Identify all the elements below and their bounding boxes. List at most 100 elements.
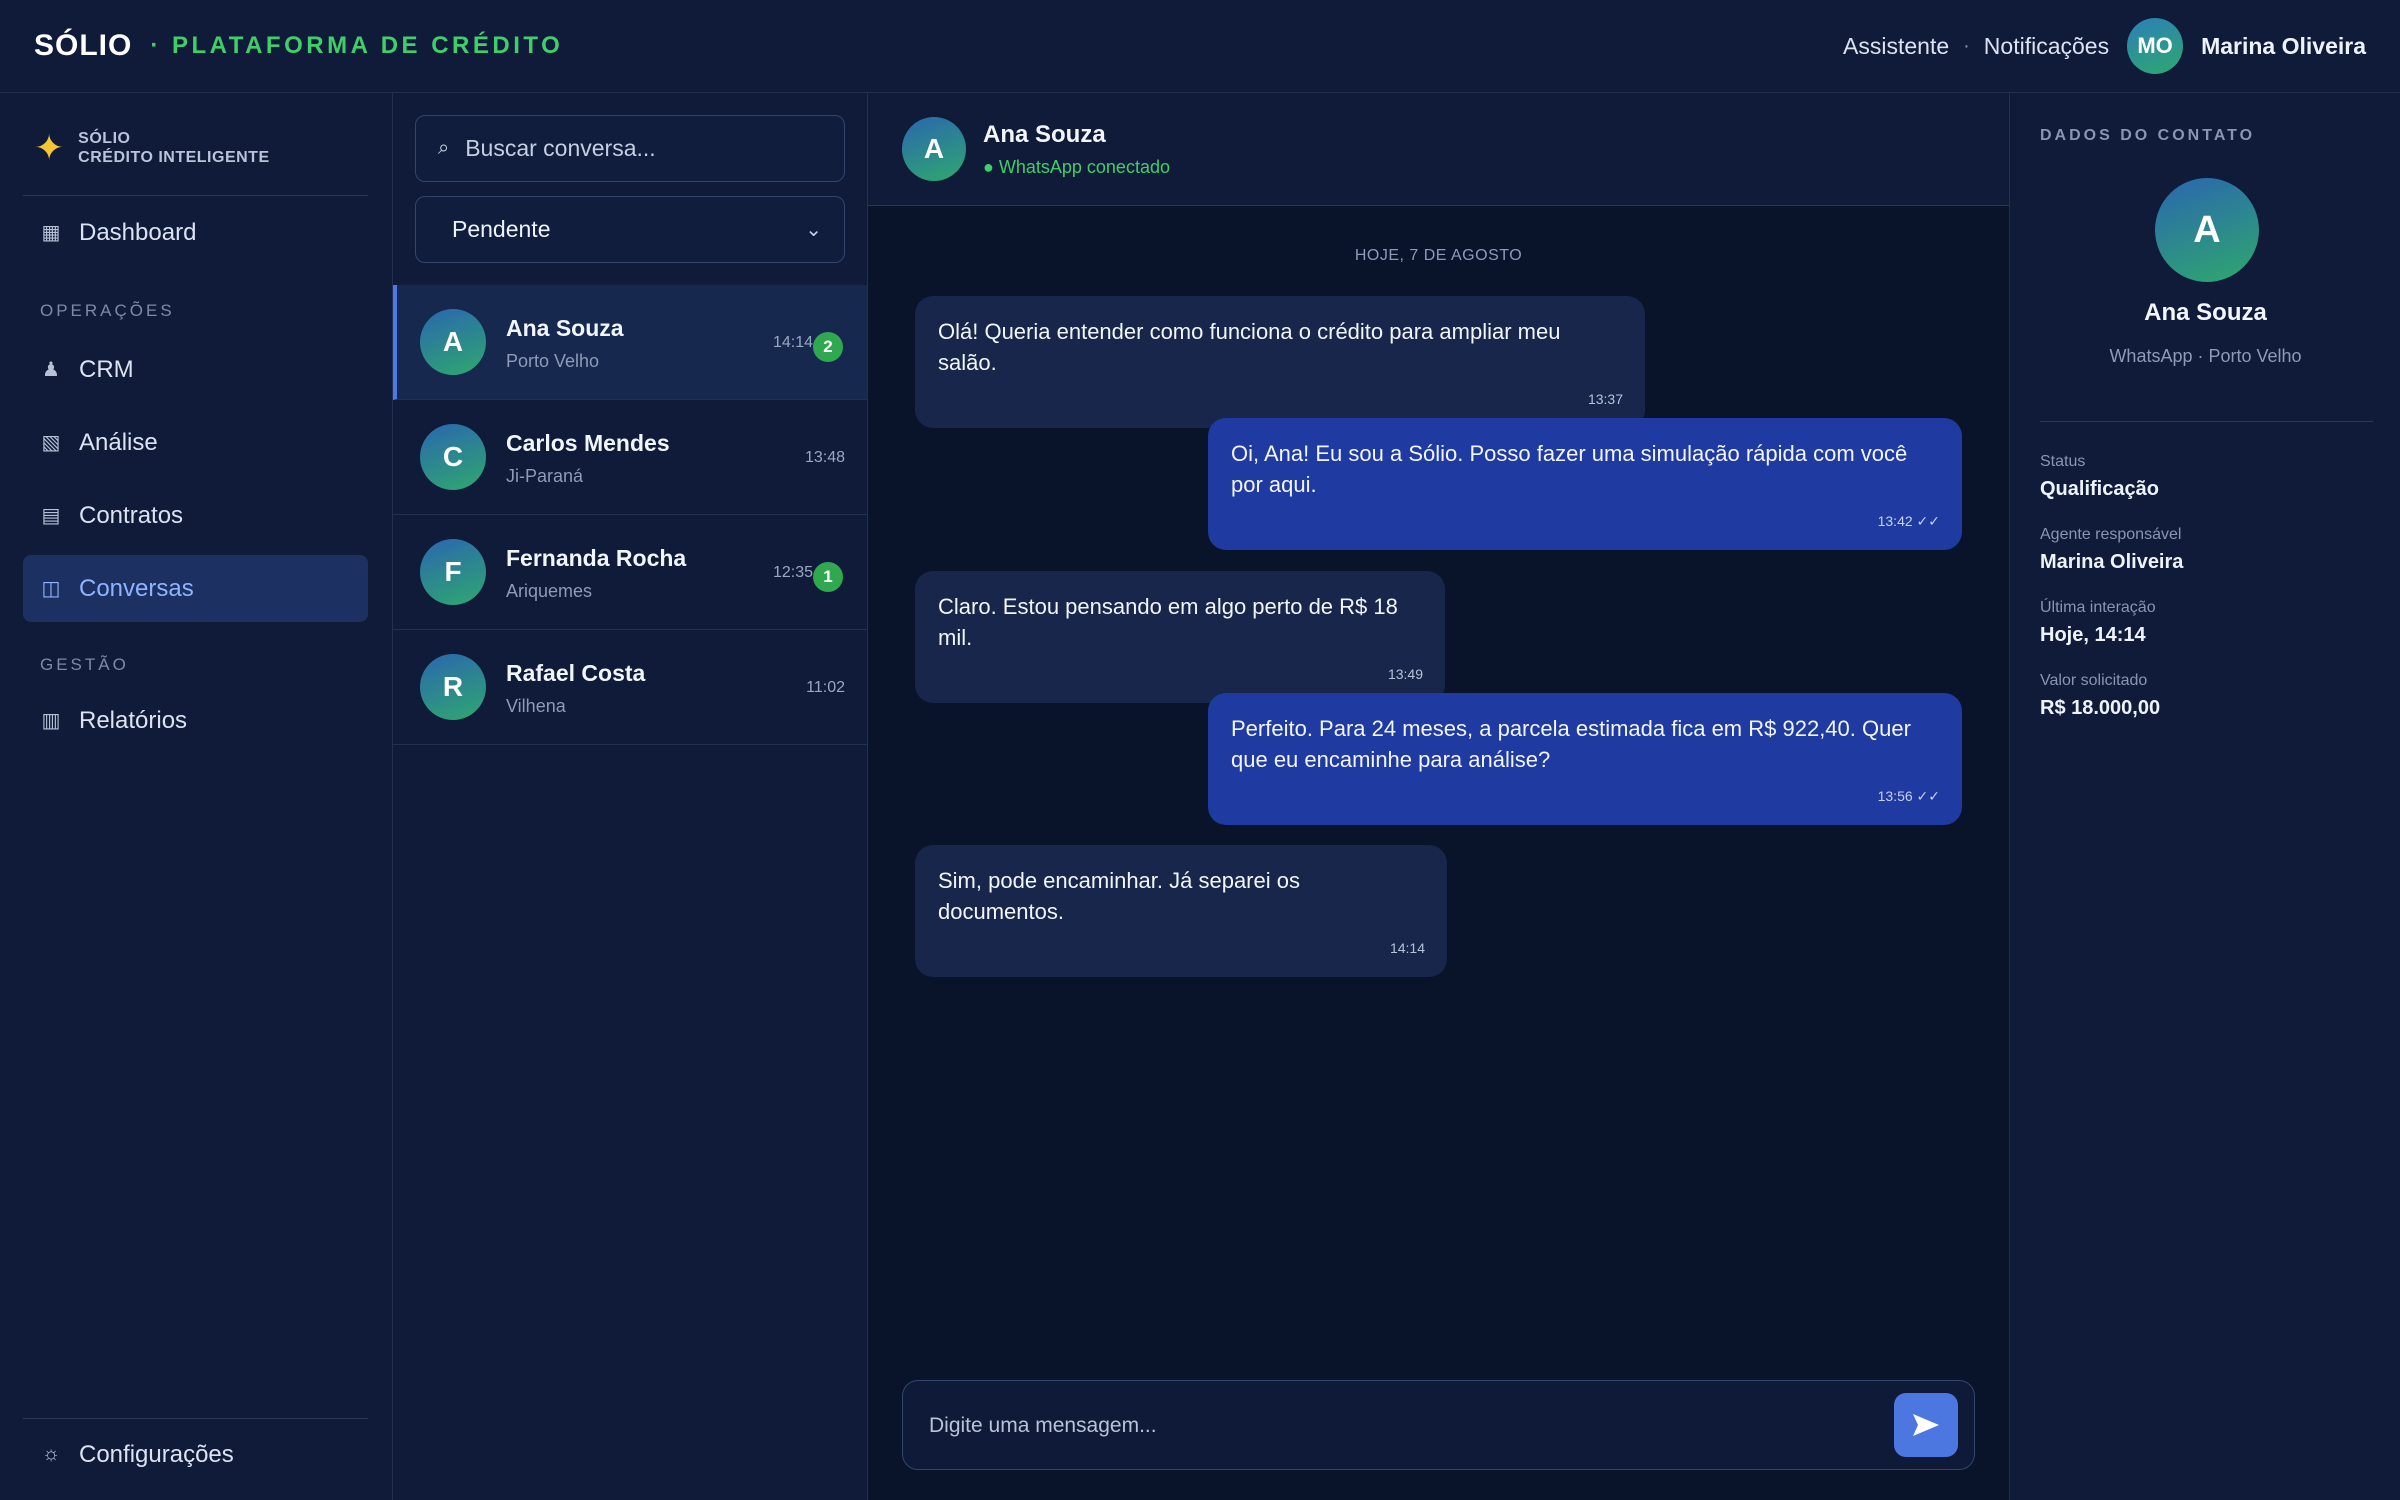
- sidebar-item-label: Configurações: [79, 1440, 234, 1468]
- sidebar-item-analise[interactable]: ▧ Análise: [23, 409, 368, 476]
- message-time: 13:42 ✓✓: [1877, 513, 1940, 529]
- search-box[interactable]: ⌕: [415, 115, 845, 182]
- field-value-agent: Marina Oliveira: [2040, 551, 2184, 573]
- conversation-name: Rafael Costa: [506, 660, 646, 686]
- message-outgoing: Oi, Ana! Eu sou a Sólio. Posso fazer uma…: [1208, 418, 1962, 550]
- message-time: 13:37: [1587, 391, 1623, 407]
- conversation-city: Vilhena: [506, 696, 566, 716]
- search-input[interactable]: [465, 135, 826, 162]
- topbar-actions: Assistente · Notificações MO Marina Oliv…: [1843, 18, 2366, 74]
- sidebar-item-contratos[interactable]: ▤ Contratos: [23, 482, 368, 549]
- brand-logo[interactable]: SÓLIO: [34, 29, 132, 63]
- unread-badge: 2: [813, 332, 843, 362]
- message-time: 13:49: [1387, 666, 1423, 682]
- avatar: F: [420, 539, 486, 605]
- message-incoming: Sim, pode encaminhar. Já separei os docu…: [915, 845, 1447, 977]
- conversation-time: 13:48: [804, 449, 845, 466]
- unread-badge: 1: [813, 562, 843, 592]
- sidebar-divider: [23, 1418, 368, 1419]
- message-text: Oi, Ana! Eu sou a Sólio. Posso fazer uma…: [1231, 441, 1908, 497]
- chat-contact-name: Ana Souza: [983, 121, 1106, 148]
- contact-avatar: A: [2155, 178, 2259, 282]
- section-operations: OPERAÇÕES: [40, 301, 175, 320]
- sidebar-item-label: Conversas: [79, 574, 194, 602]
- contact-divider: [2040, 421, 2373, 422]
- contact-panel-title: DADOS DO CONTATO: [2040, 127, 2256, 144]
- user-name[interactable]: Marina Oliveira: [2201, 33, 2366, 60]
- conversation-item[interactable]: R Rafael Costa Vilhena 11:02: [393, 630, 867, 745]
- message-time: 13:56 ✓✓: [1877, 788, 1940, 804]
- message-time: 14:14: [1389, 940, 1425, 956]
- sidebar-item-label: Relatórios: [79, 706, 188, 734]
- message-input[interactable]: [929, 1409, 1849, 1443]
- topbar-separator: ·: [1963, 34, 1970, 57]
- date-separator: HOJE, 7 DE AGOSTO: [1354, 247, 1523, 264]
- field-label-requested-amount: Valor solicitado: [2040, 672, 2148, 689]
- field-label-agent: Agente responsável: [2040, 526, 2182, 543]
- sidebar-brand-text: SÓLIO CRÉDITO INTELIGENTE: [78, 129, 269, 167]
- sidebar-item-label: Dashboard: [79, 218, 197, 246]
- sidebar-item-configuracoes[interactable]: ☼ Configurações: [23, 1421, 368, 1488]
- avatar: R: [420, 654, 486, 720]
- conversation-item[interactable]: C Carlos Mendes Ji-Paraná 13:48: [393, 400, 867, 515]
- conversation-item[interactable]: F Fernanda Rocha Ariquemes 12:35 1: [393, 515, 867, 630]
- sidebar-item-crm[interactable]: ♟ CRM: [23, 336, 368, 403]
- search-icon: ⌕: [438, 137, 450, 159]
- contact-channel-city: WhatsApp · Porto Velho: [2109, 346, 2302, 366]
- chat-panel: A Ana Souza ● WhatsApp conectado HOJE, 7…: [868, 93, 2009, 1500]
- sidebar-item-label: CRM: [79, 355, 134, 383]
- message-text: Olá! Queria entender como funciona o cré…: [938, 319, 1561, 375]
- field-label-status: Status: [2040, 453, 2086, 470]
- table-icon: ▥: [41, 710, 61, 732]
- sidebar-brand-line1: SÓLIO: [78, 130, 131, 147]
- top-bar: SÓLIO · PLATAFORMA DE CRÉDITO Assistente…: [0, 0, 2400, 93]
- avatar: C: [420, 424, 486, 490]
- sidebar-item-conversas[interactable]: ◫ Conversas: [23, 555, 368, 622]
- sidebar: ✦ SÓLIO CRÉDITO INTELIGENTE ▦ Dashboard …: [0, 93, 393, 1500]
- status-filter-value: Pendente: [452, 216, 551, 242]
- chat-columns-icon: ◫: [41, 578, 61, 600]
- send-button[interactable]: [1894, 1393, 1958, 1457]
- field-value-last-interaction: Hoje, 14:14: [2040, 624, 2146, 646]
- sidebar-divider: [23, 195, 368, 196]
- notifications-link[interactable]: Notificações: [1984, 33, 2109, 60]
- message-text: Sim, pode encaminhar. Já separei os docu…: [938, 868, 1300, 924]
- conversation-time: 11:02: [806, 679, 845, 696]
- field-value-requested-amount: R$ 18.000,00: [2040, 697, 2161, 719]
- conversation-list-panel: ⌕ Pendente ⌄ A Ana Souza Porto Velho 14:…: [393, 93, 868, 1500]
- chart-icon: ▧: [41, 432, 61, 454]
- connection-status: ● WhatsApp conectado: [983, 157, 1170, 177]
- conversation-time: 14:14: [772, 334, 813, 351]
- gear-icon: ☼: [41, 1443, 61, 1465]
- brand-subtitle: · PLATAFORMA DE CRÉDITO: [150, 32, 564, 59]
- contact-name: Ana Souza: [2144, 299, 2267, 326]
- send-icon: [1913, 1414, 1939, 1436]
- sparkle-icon: ✦: [34, 127, 65, 168]
- conversation-name: Fernanda Rocha: [506, 545, 687, 571]
- sidebar-item-relatorios[interactable]: ▥ Relatórios: [23, 687, 368, 754]
- conversation-city: Ji-Paraná: [506, 466, 584, 486]
- section-management: GESTÃO: [40, 655, 129, 674]
- grid-icon: ▦: [41, 222, 61, 244]
- person-icon: ♟: [42, 359, 60, 381]
- assistant-link[interactable]: Assistente: [1843, 33, 1949, 60]
- message-incoming: Claro. Estou pensando em algo perto de R…: [915, 571, 1445, 703]
- message-text: Perfeito. Para 24 meses, a parcela estim…: [1231, 716, 1911, 772]
- sidebar-item-label: Análise: [79, 428, 158, 456]
- user-avatar[interactable]: MO: [2127, 18, 2184, 74]
- conversation-name: Carlos Mendes: [506, 430, 670, 456]
- message-outgoing: Perfeito. Para 24 meses, a parcela estim…: [1208, 693, 1962, 825]
- chevron-down-icon: ⌄: [805, 219, 822, 241]
- chat-header: A Ana Souza ● WhatsApp conectado: [868, 93, 2009, 206]
- message-text: Claro. Estou pensando em algo perto de R…: [938, 594, 1398, 650]
- sidebar-brand-line2: CRÉDITO INTELIGENTE: [78, 149, 270, 166]
- conversation-name: Ana Souza: [506, 315, 624, 341]
- conversation-time: 12:35: [772, 564, 813, 581]
- conversation-item[interactable]: A Ana Souza Porto Velho 14:14 2: [393, 285, 867, 400]
- sidebar-item-dashboard[interactable]: ▦ Dashboard: [23, 199, 368, 266]
- sidebar-brand: ✦ SÓLIO CRÉDITO INTELIGENTE: [34, 129, 270, 167]
- document-icon: ▤: [41, 505, 61, 527]
- avatar: A: [420, 309, 486, 375]
- avatar: A: [902, 117, 966, 181]
- status-filter-select[interactable]: Pendente ⌄: [415, 196, 845, 263]
